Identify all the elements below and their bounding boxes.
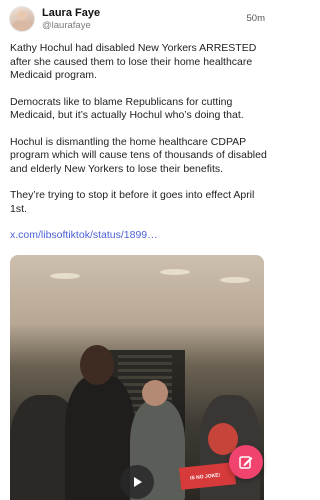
- ceiling-light: [50, 273, 80, 279]
- author-name[interactable]: Laura Faye: [42, 7, 100, 19]
- play-icon: [134, 477, 142, 487]
- post-paragraph: They’re trying to stop it before it goes…: [10, 189, 255, 215]
- officer-head: [142, 380, 168, 406]
- post-paragraph: Kathy Hochul had disabled New Yorkers AR…: [10, 42, 257, 81]
- post-header: Laura Faye @laurafaye 50m: [0, 0, 274, 36]
- post-paragraph: Democrats like to blame Republicans for …: [10, 95, 244, 122]
- post-body: Kathy Hochul had disabled New Yorkers AR…: [10, 42, 268, 243]
- post-link[interactable]: x.com/libsoftiktok/status/1899…: [10, 229, 268, 243]
- author-handle[interactable]: @laurafaye: [42, 20, 91, 31]
- post-timestamp: 50m: [246, 13, 265, 24]
- avatar[interactable]: [9, 6, 35, 32]
- ceiling-light: [220, 277, 250, 283]
- post-paragraph: Hochul is dismantling the home healthcar…: [10, 135, 267, 175]
- compose-button[interactable]: [229, 445, 263, 479]
- compose-icon: [239, 456, 253, 469]
- ceiling-light: [160, 269, 190, 275]
- video-player[interactable]: IS NO JOKE!: [10, 255, 264, 500]
- person-head: [80, 345, 114, 385]
- play-button[interactable]: [120, 465, 154, 499]
